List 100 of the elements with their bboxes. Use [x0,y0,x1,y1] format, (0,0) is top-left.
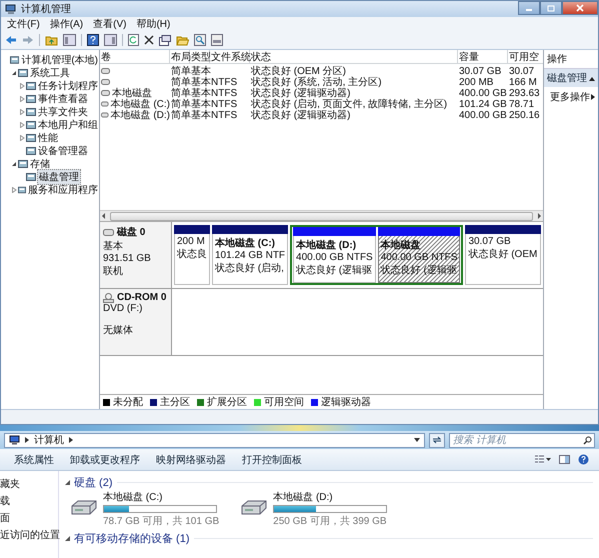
action-item[interactable]: 更多操作 [544,87,598,107]
right-arrow-icon[interactable] [535,212,543,220]
column-header[interactable]: 文件系统 [210,50,250,64]
disk-label-panel[interactable]: 磁盘 0 基本 931.51 GB 联机 [100,222,172,288]
table-cell: 166 M [509,76,537,88]
properties-icon[interactable] [159,34,171,46]
table-cell: 简单 [171,66,191,77]
toolbar-button[interactable]: 系统属性 [10,450,58,468]
dropdown-arrow-icon[interactable] [414,438,420,442]
menu-item[interactable]: 查看(V) [93,17,126,31]
partition-info: 状态良好 (OEM [468,248,538,261]
table-cell: 基本 [191,99,211,110]
open-folder-icon[interactable] [176,34,189,46]
tree-item[interactable]: 系统工具 [29,66,71,80]
table-cell: 状态良好 (启动, 页面文件, 故障转储, 主分区) [251,99,448,110]
table-cell: 简单 [171,88,191,99]
tree-item[interactable]: 任务计划程序 [37,78,99,92]
toolbar-button[interactable]: 打开控制面板 [238,450,306,468]
help-icon[interactable] [578,454,589,465]
tree-item[interactable]: 性能 [37,130,59,144]
table-cell: 30.07 [509,66,534,76]
tree-item[interactable]: 存储 [29,156,51,170]
tree-item[interactable]: 共享文件夹 [37,104,89,118]
table-cell: 简单 [171,77,191,88]
minimize-button[interactable] [518,1,540,15]
menu-item[interactable]: 操作(A) [50,17,84,31]
column-header[interactable]: 状态 [250,50,458,64]
nav-item[interactable]: 载 [0,494,58,508]
column-header[interactable]: 类型 [190,50,210,64]
horizontal-scrollbar[interactable] [100,210,543,221]
window-title: 计算机管理 [21,2,71,16]
menu-item[interactable]: 帮助(H) [136,17,170,31]
partition[interactable]: 200 M 状态良 [174,234,210,285]
breadcrumb-item[interactable]: 计算机 [34,433,64,447]
partition[interactable]: 30.07 GB 状态良好 (OEM [465,234,541,285]
console-tree-icon[interactable] [63,34,76,46]
node-icon [10,54,20,64]
drive-icon [103,228,114,236]
tree-item[interactable]: 本地用户和组 [37,118,99,132]
refresh-button[interactable] [429,432,445,448]
disk-info: DVD (F:) [103,303,144,314]
partition[interactable]: 本地磁盘 (D:) 400.00 GB NTFS 状态良好 (逻辑驱 [293,236,376,283]
drive-name[interactable]: 本地磁盘 (D:) [273,490,388,504]
partition-title: 本地磁盘 (D:) [296,238,358,252]
drive-name[interactable]: 本地磁盘 (C:) [103,490,220,504]
disk-label-panel[interactable]: CD-ROM 0 DVD (F:) 无媒体 [100,289,172,355]
delete-icon[interactable] [144,35,154,45]
address-bar[interactable]: 计算机 [4,432,425,448]
node-icon [26,120,36,130]
table-cell: NTFS [211,88,238,98]
app-icon [5,4,17,14]
partition[interactable]: 本地磁盘 400.00 GB NTFS 状态良好 (逻辑驱 [378,236,460,283]
partition-info: 状态良好 (逻辑驱 [296,264,373,277]
nav-item[interactable]: 面 [0,511,58,525]
group-header[interactable]: 有可移动存储的设备 (1) [74,531,190,546]
left-arrow-icon[interactable] [100,212,108,220]
column-header[interactable]: 布局 [170,50,190,64]
tree-item[interactable]: 计算机管理(本地) [20,52,99,66]
tree-item[interactable]: 事件查看器 [37,92,89,106]
disk-info: 联机 [103,264,124,278]
partition-info: 400.00 GB NTFS [380,252,458,263]
back-arrow-icon[interactable] [5,35,17,45]
triangle-icon[interactable] [11,160,17,166]
table-cell: NTFS [211,76,238,88]
triangle-icon[interactable] [65,536,70,541]
partition-info: 状态良 [177,248,207,261]
maximize-button[interactable] [540,1,562,15]
table-cell: 基本 [191,88,211,99]
actions-section[interactable]: 磁盘管理 [544,69,598,87]
nav-item[interactable]: 藏夹 [0,477,58,491]
tree-item[interactable]: 服务和应用程序 [27,182,99,196]
node-icon [26,106,36,116]
menu-item[interactable]: 文件(F) [7,17,40,31]
magnifier-icon[interactable] [194,34,206,46]
partition-title: 本地磁盘 (C:) [215,236,276,250]
nav-item[interactable]: 近访问的位置 [0,528,58,542]
triangle-icon[interactable] [65,480,70,485]
partition-title: 本地磁盘 [380,238,422,252]
close-button[interactable] [562,1,598,15]
toolbar-button[interactable]: 卸载或更改程序 [66,450,144,468]
view-options-icon[interactable] [535,455,551,464]
help-icon[interactable] [87,34,99,46]
cd-drive-icon [103,292,114,302]
chevron-icon[interactable] [25,437,29,443]
preview-pane-icon[interactable] [559,455,570,464]
folder-up-icon[interactable] [45,34,58,46]
table-cell: 状态良好 (逻辑驱动器) [251,110,350,121]
column-header[interactable]: 卷 [100,50,170,64]
search-field[interactable]: 搜索 计算机 [449,432,595,448]
refresh-icon[interactable] [128,34,139,46]
tree-item[interactable]: 磁盘管理 [37,168,81,184]
chevron-icon[interactable] [69,437,73,443]
toolbar-button[interactable]: 映射网络驱动器 [152,450,230,468]
tree-item[interactable]: 设备管理器 [37,144,89,158]
partition[interactable]: 本地磁盘 (C:) 101.24 GB NTF 状态良好 (启动, [212,234,288,285]
triangle-icon[interactable] [11,70,17,76]
collapse-arrow-icon[interactable] [589,76,595,80]
group-header[interactable]: 硬盘 (2) [74,475,112,490]
action-pane-icon[interactable] [104,34,117,46]
column-header[interactable]: 容量 [458,50,508,64]
